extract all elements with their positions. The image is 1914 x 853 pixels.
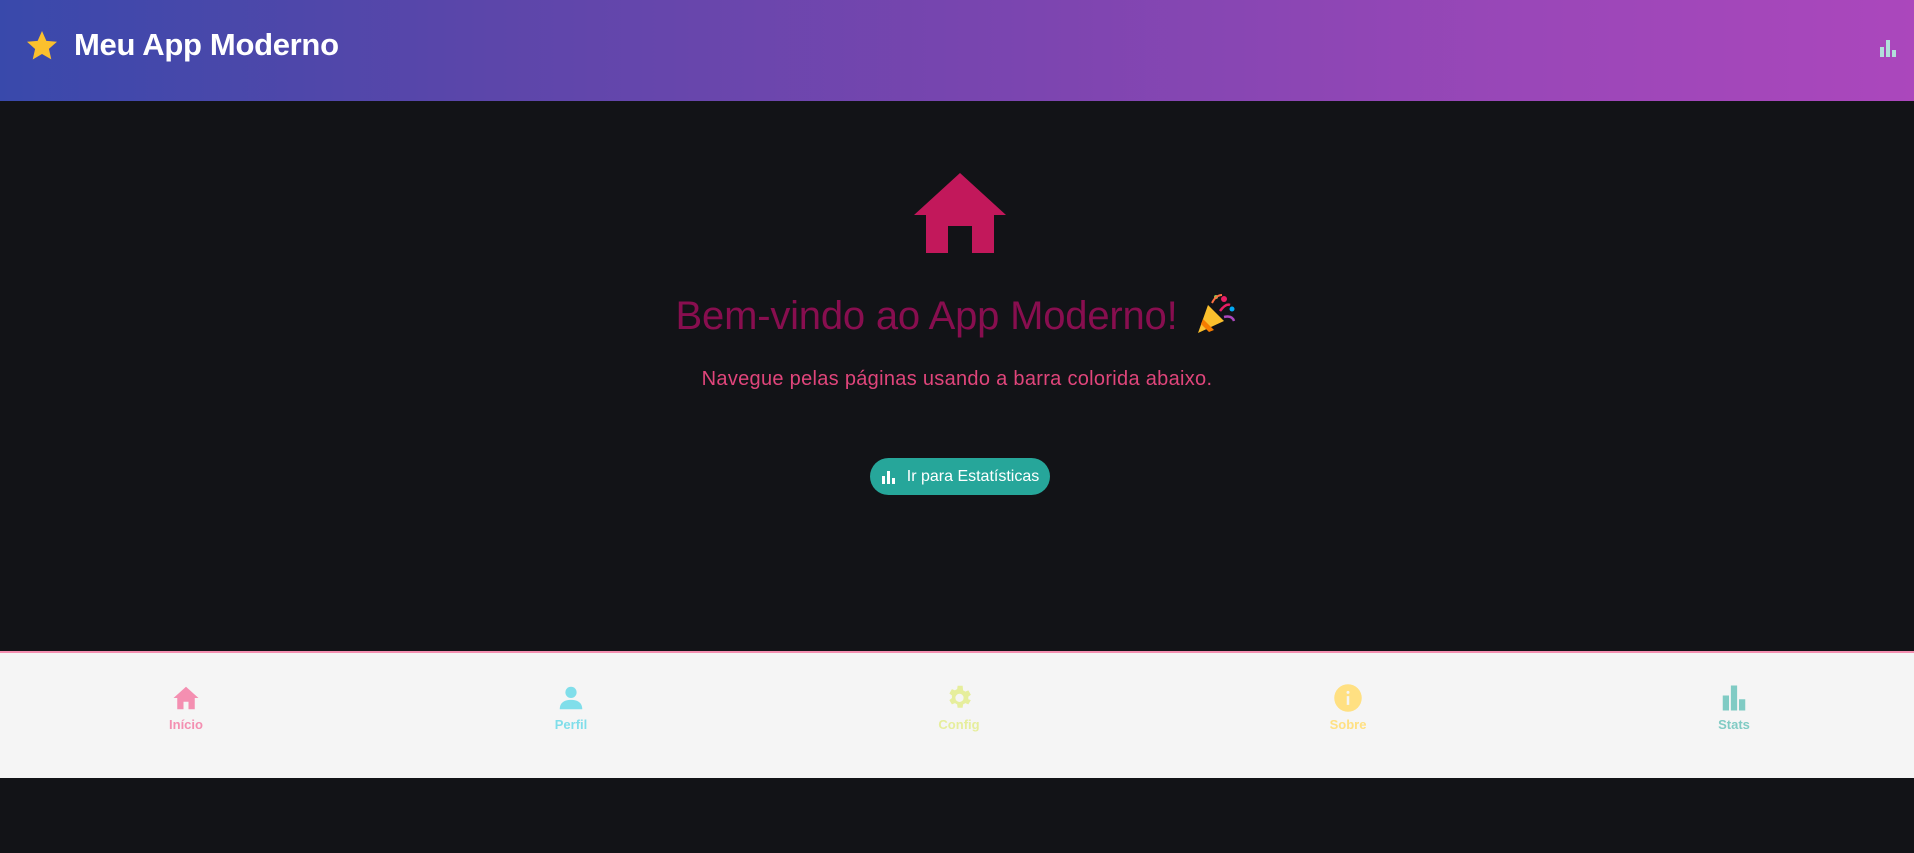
nav-item-profile[interactable]: Perfil [511, 683, 631, 739]
person-icon [559, 686, 583, 710]
welcome-headline: Bem-vindo ao App Moderno! [0, 291, 1914, 339]
main-content: Bem-vindo ao App Moderno! Navegue pelas … [0, 101, 1914, 651]
app-title: Meu App Moderno [74, 27, 339, 62]
nav-label-config: Config [938, 717, 980, 732]
nav-label-stats: Stats [1718, 717, 1750, 732]
nav-item-about[interactable]: Sobre [1288, 683, 1408, 739]
home-icon [173, 686, 199, 710]
info-icon [1334, 684, 1362, 712]
home-icon [914, 173, 1006, 253]
nav-item-home[interactable]: Início [126, 683, 246, 739]
nav-label-about: Sobre [1329, 717, 1367, 732]
nav-item-stats[interactable]: Stats [1674, 683, 1794, 739]
go-to-stats-button[interactable]: Ir para Estatísticas [870, 458, 1050, 495]
nav-label-home: Início [169, 717, 203, 732]
gear-icon [949, 685, 971, 708]
bar-chart-icon [881, 470, 895, 484]
nav-label-profile: Perfil [554, 717, 588, 732]
bottom-navigation: Início Perfil Config Sobre Stats [0, 651, 1914, 778]
bottom-spacer [0, 778, 1914, 853]
party-popper-icon [1198, 294, 1236, 333]
cta-label: Ir para Estatísticas [906, 467, 1040, 485]
bar-chart-icon [1722, 685, 1746, 711]
app-bar: Meu App Moderno [0, 0, 1914, 101]
nav-item-config[interactable]: Config [899, 683, 1019, 739]
bar-chart-icon[interactable] [1876, 36, 1900, 60]
headline-text: Bem-vindo ao App Moderno! [675, 294, 1178, 338]
star-icon [27, 31, 57, 60]
welcome-subtitle: Navegue pelas páginas usando a barra col… [701, 368, 1213, 390]
